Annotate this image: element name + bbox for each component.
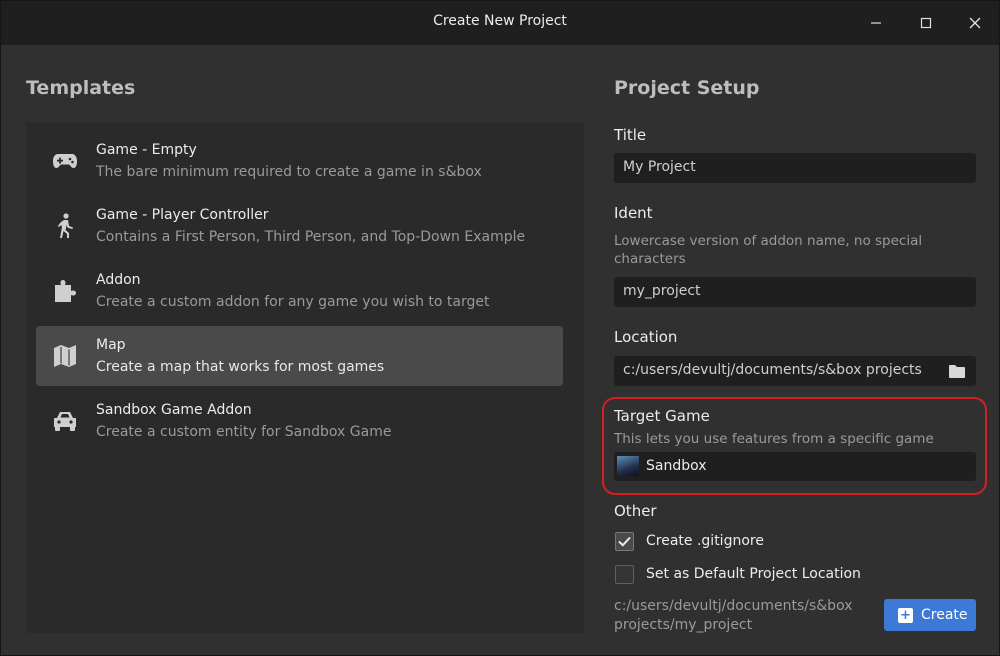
- target-game-label: Target Game: [614, 407, 710, 425]
- template-name: Sandbox Game Addon: [96, 402, 252, 418]
- ident-label: Ident: [614, 204, 653, 222]
- template-name: Map: [96, 337, 126, 353]
- maximize-icon: [920, 17, 932, 29]
- template-map[interactable]: Map Create a map that works for most gam…: [36, 326, 563, 386]
- close-icon: [969, 17, 981, 29]
- minimize-icon: [871, 22, 881, 24]
- minimize-button[interactable]: [851, 1, 901, 45]
- template-description: Create a custom addon for any game you w…: [96, 294, 490, 310]
- maximize-button[interactable]: [901, 1, 951, 45]
- templates-list: Game - Empty The bare minimum required t…: [26, 122, 584, 633]
- plus-icon: +: [898, 607, 913, 623]
- car-icon: [51, 407, 79, 435]
- map-icon: [51, 342, 79, 370]
- gamepad-icon: [51, 147, 79, 175]
- folder-icon: [949, 364, 965, 378]
- template-sandbox-game-addon[interactable]: Sandbox Game Addon Create a custom entit…: [36, 391, 563, 451]
- template-name: Game - Player Controller: [96, 207, 269, 223]
- ident-input[interactable]: my_project: [614, 277, 976, 307]
- template-addon[interactable]: Addon Create a custom addon for any game…: [36, 261, 563, 321]
- template-description: Contains a First Person, Third Person, a…: [96, 229, 526, 245]
- gitignore-label: Create .gitignore: [646, 533, 764, 549]
- target-game-selector[interactable]: Sandbox: [614, 452, 976, 481]
- template-description: The bare minimum required to create a ga…: [96, 164, 482, 180]
- title-input[interactable]: My Project: [614, 153, 976, 183]
- location-input[interactable]: c:/users/devultj/documents/s&box project…: [614, 356, 976, 386]
- templates-heading: Templates: [26, 77, 136, 99]
- browse-folder-button[interactable]: [946, 361, 968, 381]
- template-description: Create a map that works for most games: [96, 359, 385, 375]
- title-bar: Create New Project: [1, 1, 999, 45]
- checkmark-icon: [618, 536, 631, 547]
- create-project-window: Create New Project Templates Game - Empt…: [0, 0, 1000, 656]
- create-button[interactable]: + Create: [884, 599, 976, 631]
- template-game-player-controller[interactable]: Game - Player Controller Contains a Firs…: [36, 196, 563, 256]
- window-title: Create New Project: [433, 13, 567, 29]
- ident-help-text: Lowercase version of addon name, no spec…: [614, 233, 923, 267]
- walking-person-icon: [51, 212, 79, 240]
- close-button[interactable]: [950, 1, 1000, 45]
- create-button-label: Create: [921, 607, 968, 623]
- template-game-empty[interactable]: Game - Empty The bare minimum required t…: [36, 131, 563, 191]
- default-location-checkbox[interactable]: [615, 565, 634, 584]
- project-setup-heading: Project Setup: [614, 77, 760, 99]
- puzzle-icon: [51, 277, 79, 305]
- template-name: Game - Empty: [96, 142, 197, 158]
- location-label: Location: [614, 328, 678, 346]
- template-description: Create a custom entity for Sandbox Game: [96, 424, 392, 440]
- default-location-label: Set as Default Project Location: [646, 566, 861, 582]
- target-game-name: Sandbox: [646, 458, 707, 474]
- game-thumbnail: [617, 456, 639, 476]
- title-label: Title: [614, 126, 647, 144]
- template-name: Addon: [96, 272, 141, 288]
- project-path-preview: c:/users/devultj/documents/s&box project…: [614, 598, 853, 633]
- gitignore-checkbox[interactable]: [615, 532, 634, 551]
- other-label: Other: [614, 502, 657, 520]
- target-game-help-text: This lets you use features from a specif…: [614, 431, 934, 447]
